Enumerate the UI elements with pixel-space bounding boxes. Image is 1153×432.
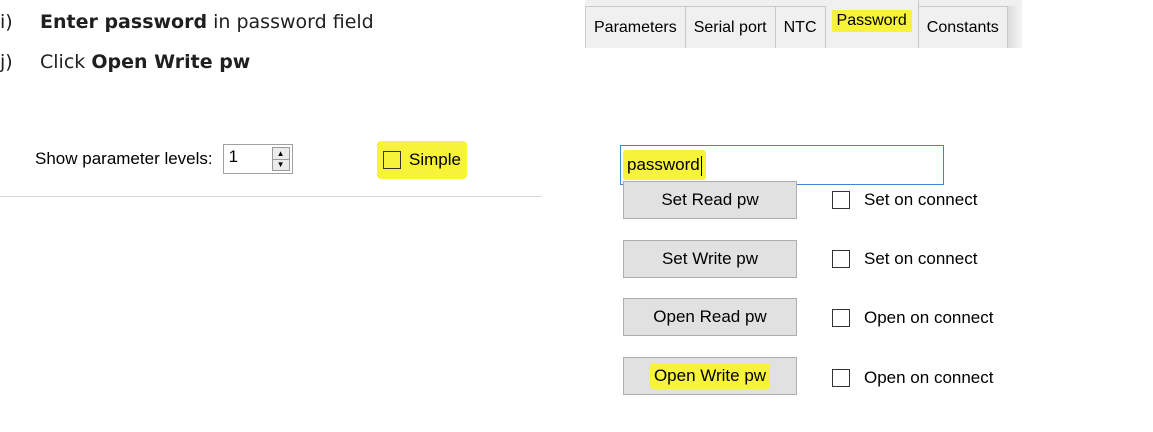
- open-write-on-connect-option[interactable]: Open on connect: [832, 366, 993, 390]
- instruction-step-i: i) Enter password in password field: [0, 11, 374, 33]
- tab-constants[interactable]: Constants: [918, 6, 1008, 48]
- spinner-buttons: ▲ ▼: [271, 147, 290, 171]
- open-read-pw-button[interactable]: Open Read pw: [623, 298, 797, 336]
- set-read-on-connect-checkbox[interactable]: [832, 191, 850, 209]
- password-input[interactable]: password: [620, 145, 944, 185]
- tab-serial-port[interactable]: Serial port: [685, 6, 776, 48]
- step-bold-text: Enter password: [40, 11, 208, 33]
- parameter-levels-label: Show parameter levels:: [35, 149, 213, 168]
- option-label: Set on connect: [864, 249, 978, 268]
- tab-strip: Parameters Serial port NTC Password Cons…: [585, 0, 1022, 48]
- panel-divider: [0, 196, 542, 197]
- open-write-pw-label: Open Write pw: [649, 363, 771, 389]
- password-input-value: password: [623, 150, 706, 180]
- tab-password-label: Password: [831, 10, 912, 32]
- option-label: Open on connect: [864, 368, 994, 387]
- step-marker: j): [0, 51, 13, 73]
- parameter-levels-row: Show parameter levels: 1 ▲ ▼: [35, 140, 293, 178]
- spinner-down-icon[interactable]: ▼: [273, 159, 289, 170]
- open-write-on-connect-checkbox[interactable]: [832, 369, 850, 387]
- tab-ntc[interactable]: NTC: [775, 6, 826, 48]
- tab-password[interactable]: Password: [825, 0, 919, 48]
- set-write-on-connect-checkbox[interactable]: [832, 250, 850, 268]
- set-write-pw-button[interactable]: Set Write pw: [623, 240, 797, 278]
- option-label: Set on connect: [864, 190, 978, 209]
- step-marker: i): [0, 11, 13, 33]
- simple-checkbox-row[interactable]: Simple: [377, 141, 467, 179]
- set-read-pw-button[interactable]: Set Read pw: [623, 181, 797, 219]
- tab-parameters[interactable]: Parameters: [585, 6, 686, 48]
- set-write-on-connect-option[interactable]: Set on connect: [832, 247, 977, 271]
- simple-checkbox[interactable]: [383, 151, 401, 169]
- option-label: Open on connect: [864, 308, 994, 327]
- step-text: in password field: [207, 11, 374, 33]
- set-read-on-connect-option[interactable]: Set on connect: [832, 188, 977, 212]
- instruction-step-j: j) Click Open Write pw: [0, 51, 250, 73]
- spinner-value[interactable]: 1: [229, 147, 238, 167]
- text-caret: [700, 155, 702, 176]
- open-write-pw-button[interactable]: Open Write pw: [623, 357, 797, 395]
- parameter-levels-spinner[interactable]: 1 ▲ ▼: [222, 144, 293, 174]
- open-read-on-connect-checkbox[interactable]: [832, 309, 850, 327]
- step-bold-text: Open Write pw: [91, 51, 251, 73]
- open-read-on-connect-option[interactable]: Open on connect: [832, 306, 993, 330]
- step-text: Click: [40, 51, 92, 73]
- simple-checkbox-label: Simple: [409, 150, 461, 169]
- tab-strip-edge: [1007, 6, 1022, 48]
